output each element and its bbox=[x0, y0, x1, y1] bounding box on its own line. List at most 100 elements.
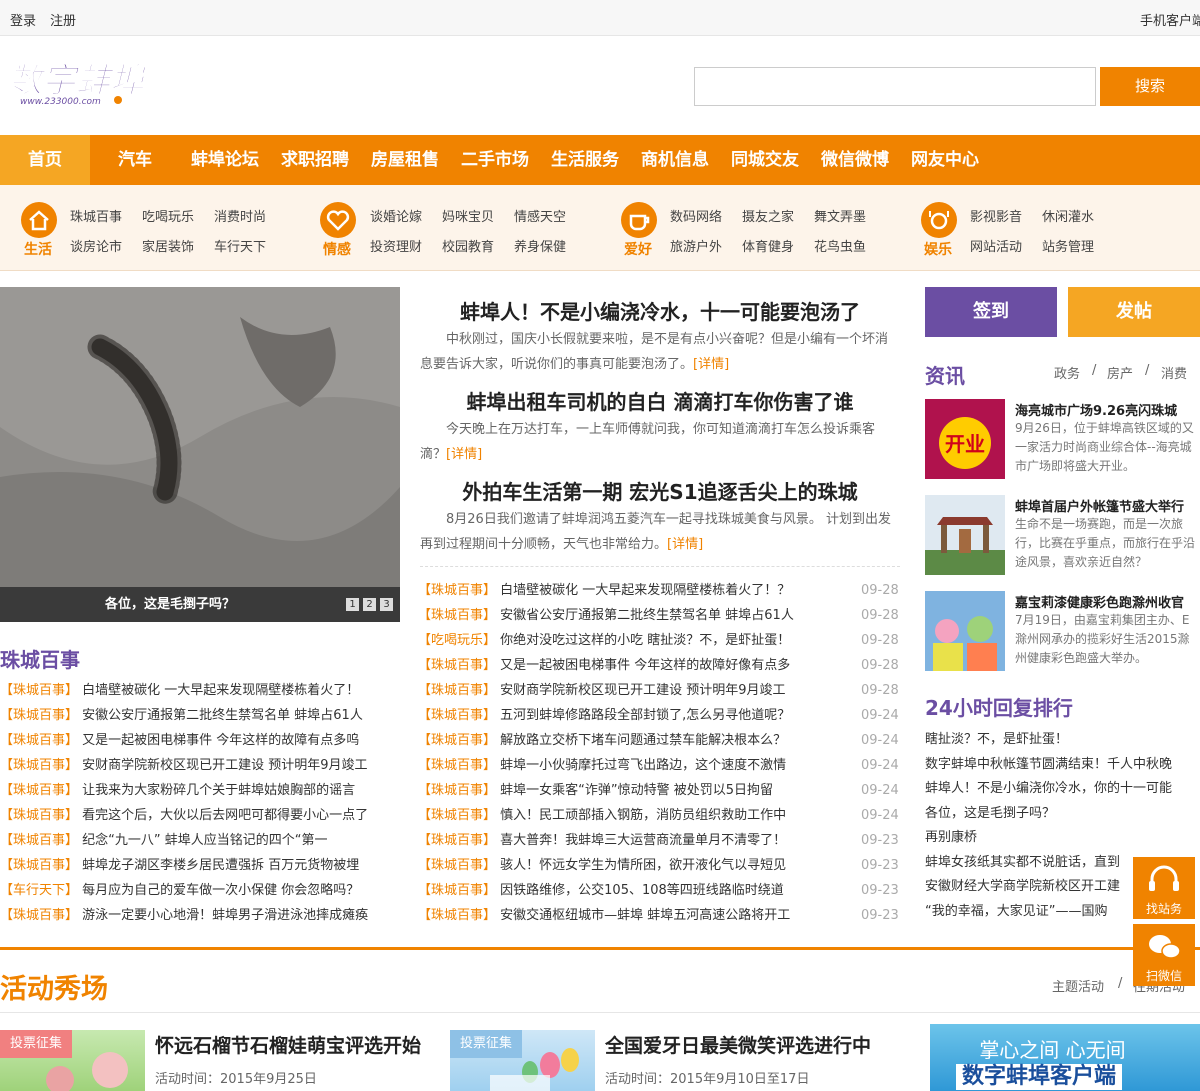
list-item-title[interactable]: 安徽公安厅通报第二批终生禁驾名单 蚌埠占61人 bbox=[82, 708, 363, 723]
rank-item[interactable]: 蚌埠人！不是小编浇你冷水，你的十一可能 bbox=[925, 776, 1200, 801]
search-input[interactable] bbox=[694, 67, 1096, 106]
nav-item-auto[interactable]: 汽车 bbox=[100, 135, 170, 185]
rank-item[interactable]: 各位，这是毛捯子吗？ bbox=[925, 801, 1200, 826]
list-item-title[interactable]: 看完这个后，大伙以后去网吧可都得要小心一点了 bbox=[82, 808, 368, 823]
details-link[interactable]: [详情] bbox=[693, 357, 729, 372]
news-thumb-kaiye[interactable]: 开业 bbox=[925, 399, 1005, 479]
headline-title[interactable]: 蚌埠人！不是小编浇冷水，十一可能要泡汤了 bbox=[420, 296, 900, 325]
list-item-tag[interactable]: 【珠城百事】 bbox=[418, 608, 496, 623]
list-item-title[interactable]: 骇人！怀远女学生为情所困，欲开液化气以寻短见 bbox=[500, 858, 786, 873]
news-title[interactable]: 海亮城市广场9.26亮闪珠城 bbox=[1015, 400, 1177, 419]
nav-item-wechat[interactable]: 微信微博 bbox=[815, 135, 895, 185]
list-item[interactable]: 【珠城百事】 安徽省公安厅通报第二批终生禁驾名单 蚌埠占61人 09-28 bbox=[418, 603, 900, 628]
list-item[interactable]: 【珠城百事】 白墙壁被碳化 一大早起来发现隔壁楼栋着火了！ bbox=[0, 678, 400, 703]
list-item-tag[interactable]: 【车行天下】 bbox=[0, 883, 78, 898]
cat-link[interactable]: 谈房论市 bbox=[70, 236, 122, 255]
list-item-tag[interactable]: 【珠城百事】 bbox=[418, 833, 496, 848]
cat-link[interactable]: 影视影音 bbox=[970, 206, 1022, 225]
checkin-button[interactable]: 签到 bbox=[925, 287, 1057, 337]
list-item[interactable]: 【珠城百事】 解放路立交桥下堵车问题通过禁车能解决根本么？ 09-24 bbox=[418, 728, 900, 753]
cat-link[interactable]: 数码网络 bbox=[670, 206, 722, 225]
nav-item-secondhand[interactable]: 二手市场 bbox=[455, 135, 535, 185]
list-item-title[interactable]: 因铁路维修，公交105、108等四班线路临时绕道 bbox=[500, 883, 784, 898]
nav-item-services[interactable]: 生活服务 bbox=[545, 135, 625, 185]
list-item-title[interactable]: 安财商学院新校区现已开工建设 预计明年9月竣工 bbox=[500, 683, 785, 698]
list-item-title[interactable]: 让我来为大家粉碎几个关于蚌埠姑娘胸部的谣言 bbox=[82, 783, 355, 798]
cat-link[interactable]: 花鸟虫鱼 bbox=[814, 236, 866, 255]
cat-link[interactable]: 旅游户外 bbox=[670, 236, 722, 255]
details-link[interactable]: [详情] bbox=[667, 537, 703, 552]
cat-label-emotion[interactable]: 情感 bbox=[323, 239, 351, 259]
cat-link[interactable]: 校园教育 bbox=[442, 236, 494, 255]
list-item[interactable]: 【珠城百事】 让我来为大家粉碎几个关于蚌埠姑娘胸部的谣言 bbox=[0, 778, 400, 803]
news-title[interactable]: 蚌埠首届户外帐篷节盛大举行 bbox=[1015, 496, 1184, 515]
news-tab-house[interactable]: 房产 bbox=[1107, 363, 1133, 382]
activity-tab-theme[interactable]: 主题活动 bbox=[1052, 976, 1104, 995]
list-item[interactable]: 【珠城百事】 安财商学院新校区现已开工建设 预计明年9月竣工 bbox=[0, 753, 400, 778]
list-item-tag[interactable]: 【珠城百事】 bbox=[418, 858, 496, 873]
list-item-tag[interactable]: 【珠城百事】 bbox=[418, 883, 496, 898]
list-item-title[interactable]: 喜大普奔！我蚌埠三大运营商流量单月不清零了！ bbox=[500, 833, 786, 848]
cat-link[interactable]: 谈婚论嫁 bbox=[370, 206, 422, 225]
list-item-title[interactable]: 又是一起被困电梯事件 今年这样的故障好像有点多 bbox=[500, 658, 790, 673]
list-item[interactable]: 【珠城百事】 白墙壁被碳化 一大早起来发现隔壁楼栋着火了！？ 09-28 bbox=[418, 578, 900, 603]
section-title-rank[interactable]: 24小时回复排行 bbox=[925, 692, 1073, 721]
post-button[interactable]: 发帖 bbox=[1068, 287, 1200, 337]
list-item-tag[interactable]: 【珠城百事】 bbox=[0, 783, 78, 798]
nav-item-forum[interactable]: 蚌埠论坛 bbox=[185, 135, 265, 185]
list-item-title[interactable]: 游泳一定要小心地滑！蚌埠男子滑进泳池摔成瘫痪 bbox=[82, 908, 368, 923]
list-item[interactable]: 【车行天下】 每月应为自己的爱车做一次小保健 你会忽略吗？ bbox=[0, 878, 400, 903]
list-item[interactable]: 【珠城百事】 游泳一定要小心地滑！蚌埠男子滑进泳池摔成瘫痪 bbox=[0, 903, 400, 928]
list-item-tag[interactable]: 【珠城百事】 bbox=[418, 708, 496, 723]
list-item[interactable]: 【珠城百事】 五河到蚌埠修路路段全部封锁了,怎么另寻他道呢？ 09-24 bbox=[418, 703, 900, 728]
activity-thumb[interactable]: 投票征集 bbox=[450, 1030, 595, 1091]
news-tab-gov[interactable]: 政务 bbox=[1054, 363, 1080, 382]
list-item-title[interactable]: 白墙壁被碳化 一大早起来发现隔壁楼栋着火了！？ bbox=[500, 583, 790, 598]
cat-link[interactable]: 家居装饰 bbox=[142, 236, 194, 255]
register-link[interactable]: 注册 bbox=[50, 10, 76, 29]
list-item-tag[interactable]: 【珠城百事】 bbox=[418, 783, 496, 798]
news-thumb-colorrun[interactable] bbox=[925, 591, 1005, 671]
list-item-tag[interactable]: 【珠城百事】 bbox=[0, 683, 78, 698]
nav-item-business[interactable]: 商机信息 bbox=[635, 135, 715, 185]
list-item[interactable]: 【珠城百事】 纪念“九一八” 蚌埠人应当铭记的四个“第一 bbox=[0, 828, 400, 853]
activity-thumb[interactable]: 投票征集 bbox=[0, 1030, 145, 1091]
slide-pager-3[interactable]: 3 bbox=[380, 598, 393, 611]
list-item-title[interactable]: 安徽省公安厅通报第二批终生禁驾名单 蚌埠占61人 bbox=[500, 608, 794, 623]
list-item[interactable]: 【珠城百事】 安徽公安厅通报第二批终生禁驾名单 蚌埠占61人 bbox=[0, 703, 400, 728]
activity-title[interactable]: 怀远石榴节石榴娃萌宝评选开始 bbox=[155, 1031, 421, 1058]
news-thumb-tent[interactable] bbox=[925, 495, 1005, 575]
nav-item-jobs[interactable]: 求职招聘 bbox=[275, 135, 355, 185]
section-title-zhucheng[interactable]: 珠城百事 bbox=[0, 644, 80, 673]
rank-item[interactable]: 再别康桥 bbox=[925, 825, 1200, 850]
list-item-tag[interactable]: 【珠城百事】 bbox=[0, 858, 78, 873]
details-link[interactable]: [详情] bbox=[446, 447, 482, 462]
list-item[interactable]: 【珠城百事】 慎入！民工顽部插入钢筋，消防员组织救助工作中 09-24 bbox=[418, 803, 900, 828]
slide-pager-2[interactable]: 2 bbox=[363, 598, 376, 611]
nav-item-dating[interactable]: 同城交友 bbox=[725, 135, 805, 185]
cat-link[interactable]: 舞文弄墨 bbox=[814, 206, 866, 225]
cat-label-life[interactable]: 生活 bbox=[24, 239, 52, 259]
cat-link[interactable]: 网站活动 bbox=[970, 236, 1022, 255]
cat-label-entertainment[interactable]: 娱乐 bbox=[924, 239, 952, 259]
news-title[interactable]: 嘉宝莉漆健康彩色跑滁州收官 bbox=[1015, 592, 1184, 611]
section-title-activity[interactable]: 活动秀场 bbox=[0, 967, 108, 1006]
list-item-title[interactable]: 安财商学院新校区现已开工建设 预计明年9月竣工 bbox=[82, 758, 367, 773]
cat-link[interactable]: 消费时尚 bbox=[214, 206, 266, 225]
headline-title[interactable]: 外拍车生活第一期 宏光S1追逐舌尖上的珠城 bbox=[420, 476, 900, 505]
cat-link[interactable]: 妈咪宝贝 bbox=[442, 206, 494, 225]
list-item[interactable]: 【珠城百事】 又是一起被困电梯事件 今年这样的故障有点多呜 bbox=[0, 728, 400, 753]
slideshow-image[interactable] bbox=[0, 287, 400, 622]
cat-link[interactable]: 吃喝玩乐 bbox=[142, 206, 194, 225]
cat-link[interactable]: 投资理财 bbox=[370, 236, 422, 255]
list-item[interactable]: 【珠城百事】 骇人！怀远女学生为情所困，欲开液化气以寻短见 09-23 bbox=[418, 853, 900, 878]
rank-item[interactable]: 瞎扯淡？不，是虾扯蛋！ bbox=[925, 727, 1200, 752]
cat-link[interactable]: 情感天空 bbox=[514, 206, 566, 225]
list-item-title[interactable]: 每月应为自己的爱车做一次小保健 你会忽略吗？ bbox=[82, 883, 359, 898]
news-tab-consume[interactable]: 消费 bbox=[1161, 363, 1187, 382]
list-item-tag[interactable]: 【珠城百事】 bbox=[418, 658, 496, 673]
list-item-tag[interactable]: 【珠城百事】 bbox=[418, 733, 496, 748]
list-item[interactable]: 【珠城百事】 蚌埠一小伙骑摩托过弯飞出路边，这个速度不激情 09-24 bbox=[418, 753, 900, 778]
cat-link[interactable]: 珠城百事 bbox=[70, 206, 122, 225]
cat-link[interactable]: 养身保健 bbox=[514, 236, 566, 255]
